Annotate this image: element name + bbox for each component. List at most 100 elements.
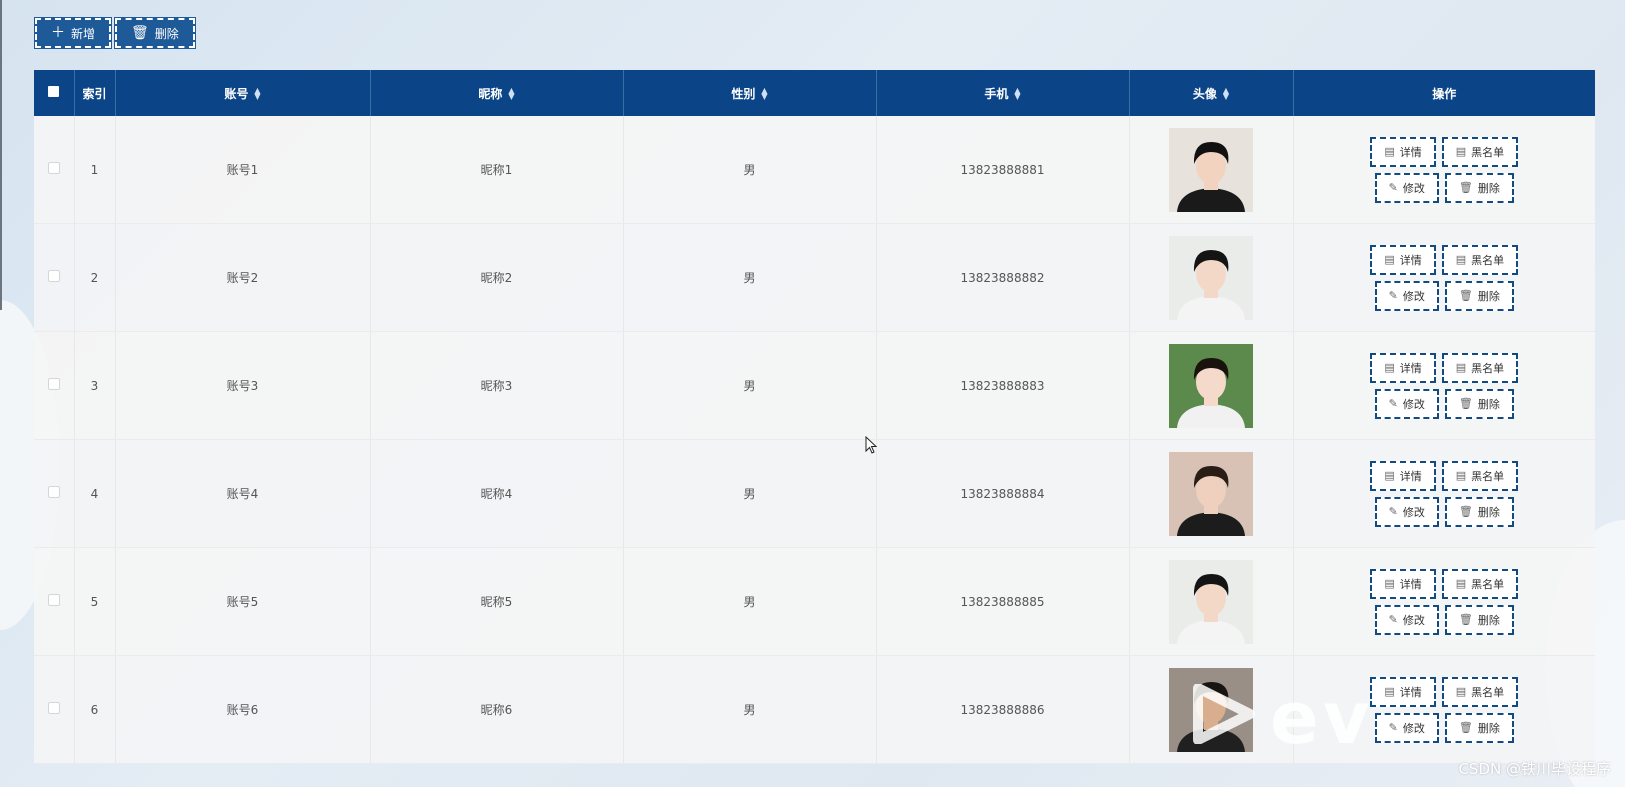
cell-actions: ▤ 详情 ▤ 黑名单 ✎ 修改 🗑 删除 [1293, 223, 1595, 332]
header-nickname[interactable]: 昵称 ▲ ▼ [370, 70, 624, 116]
header-phone[interactable]: 手机 ▲ ▼ [876, 70, 1130, 116]
sort-icon[interactable]: ▲ ▼ [1014, 87, 1020, 101]
bulk-delete-button[interactable]: 🗑 删除 [114, 17, 196, 49]
blacklist-button[interactable]: ▤ 黑名单 [1441, 460, 1519, 491]
pencil-icon: ✎ [1388, 721, 1398, 734]
cell-gender: 男 [623, 116, 877, 224]
blacklist-button[interactable]: ▤ 黑名单 [1441, 676, 1519, 707]
edit-button[interactable]: ✎ 修改 [1374, 604, 1439, 635]
cell-gender: 男 [623, 655, 877, 764]
detail-button[interactable]: ▤ 详情 [1370, 244, 1436, 275]
cell-account: 账号6 [115, 655, 371, 764]
document-icon: ▤ [1455, 685, 1467, 698]
detail-button[interactable]: ▤ 详情 [1370, 568, 1436, 599]
header-index: 索引 [74, 70, 116, 116]
blacklist-button[interactable]: ▤ 黑名单 [1441, 136, 1519, 167]
add-button[interactable]: ＋ 新增 [33, 17, 113, 49]
sort-icon[interactable]: ▲ ▼ [1223, 87, 1229, 101]
plus-icon: ＋ [51, 25, 65, 41]
detail-button[interactable]: ▤ 详情 [1370, 136, 1436, 167]
cell-gender: 男 [623, 547, 877, 656]
cell-phone: 13823888885 [876, 547, 1130, 656]
document-icon: ▤ [1384, 469, 1395, 482]
bulk-delete-label: 删除 [154, 26, 179, 41]
document-icon: ▤ [1455, 361, 1467, 374]
select-all-checkbox[interactable] [48, 86, 60, 97]
cell-phone: 13823888886 [876, 655, 1130, 764]
row-checkbox[interactable] [47, 162, 60, 174]
edit-button[interactable]: ✎ 修改 [1374, 172, 1439, 203]
blacklist-button[interactable]: ▤ 黑名单 [1441, 568, 1519, 599]
cell-nickname: 昵称4 [370, 439, 624, 548]
cell-avatar [1129, 439, 1294, 548]
cell-gender: 男 [623, 331, 877, 440]
delete-button[interactable]: 🗑 删除 [1444, 388, 1514, 419]
edit-button[interactable]: ✎ 修改 [1374, 496, 1439, 527]
blacklist-button[interactable]: ▤ 黑名单 [1441, 244, 1519, 275]
pencil-icon: ✎ [1388, 289, 1398, 302]
sort-icon[interactable]: ▲ ▼ [254, 87, 260, 101]
watermark: CSDN @铁川毕设程序 [1458, 760, 1611, 778]
blacklist-button[interactable]: ▤ 黑名单 [1441, 352, 1519, 383]
cell-actions: ▤ 详情 ▤ 黑名单 ✎ 修改 🗑 删除 [1293, 116, 1595, 224]
row-select-cell[interactable] [34, 439, 75, 548]
sort-icon[interactable]: ▲ ▼ [508, 87, 514, 101]
delete-button[interactable]: 🗑 删除 [1444, 172, 1514, 203]
cell-nickname: 昵称3 [370, 331, 624, 440]
header-gender[interactable]: 性别 ▲ ▼ [623, 70, 877, 116]
cell-nickname: 昵称1 [370, 116, 624, 224]
table-row: 1 账号1 昵称1 男 13823888881 ▤详情 ▤黑名单 ✎修改 [34, 116, 1595, 224]
row-checkbox[interactable] [47, 270, 60, 282]
header-account[interactable]: 账号 ▲ ▼ [115, 70, 371, 116]
row-checkbox[interactable] [47, 486, 60, 498]
cell-index: 5 [74, 547, 116, 656]
row-checkbox[interactable] [47, 594, 60, 606]
header-select-all[interactable] [34, 70, 75, 116]
trash-icon: 🗑 [131, 25, 149, 41]
row-actions: ▤ 详情 ▤ 黑名单 ✎ 修改 🗑 删除 [1294, 568, 1596, 635]
cell-gender: 男 [623, 223, 877, 332]
row-select-cell[interactable] [34, 116, 75, 224]
document-icon: ▤ [1384, 685, 1395, 698]
table-row: 4 账号4 昵称4 男 13823888884 ▤详情 ▤黑名单 ✎修改 [34, 439, 1596, 548]
edit-button[interactable]: ✎ 修改 [1374, 280, 1439, 311]
document-icon: ▤ [1455, 253, 1467, 266]
row-select-cell[interactable] [34, 223, 75, 332]
avatar [1169, 559, 1253, 644]
mouse-cursor-icon [865, 436, 878, 454]
row-checkbox[interactable] [47, 702, 60, 714]
row-select-cell[interactable] [34, 655, 75, 764]
row-actions: ▤ 详情 ▤ 黑名单 ✎ 修改 🗑 删除 [1294, 352, 1596, 419]
trash-icon: 🗑 [1458, 181, 1473, 194]
row-checkbox[interactable] [47, 378, 60, 390]
cell-avatar [1129, 223, 1294, 332]
row-select-cell[interactable] [34, 331, 75, 440]
delete-button[interactable]: 🗑 删除 [1444, 604, 1514, 635]
delete-button[interactable]: 🗑 删除 [1444, 280, 1514, 311]
table-row: 5 账号5 昵称5 男 13823888885 ▤详情 ▤黑名单 ✎修改 [34, 547, 1596, 656]
edit-button[interactable]: ✎ 修改 [1374, 712, 1439, 743]
header-actions: 操作 [1293, 70, 1595, 116]
edit-button[interactable]: ✎ 修改 [1374, 388, 1439, 419]
delete-button[interactable]: 🗑 删除 [1444, 496, 1514, 527]
cell-nickname: 昵称2 [370, 223, 624, 332]
document-icon: ▤ [1455, 577, 1467, 590]
pencil-icon: ✎ [1388, 613, 1398, 626]
trash-icon: 🗑 [1458, 721, 1473, 734]
document-icon: ▤ [1384, 253, 1395, 266]
cell-avatar [1129, 331, 1294, 440]
cell-actions: ▤ 详情 ▤ 黑名单 ✎ 修改 🗑 删除 [1293, 439, 1596, 548]
sort-icon[interactable]: ▲ ▼ [761, 87, 767, 101]
detail-button[interactable]: ▤ 详情 [1370, 352, 1436, 383]
detail-button[interactable]: ▤ 详情 [1370, 676, 1436, 707]
row-actions: ▤ 详情 ▤ 黑名单 ✎ 修改 🗑 删除 [1294, 460, 1596, 527]
pencil-icon: ✎ [1388, 505, 1398, 518]
cell-nickname: 昵称5 [370, 547, 624, 656]
delete-button[interactable]: 🗑 删除 [1444, 712, 1514, 743]
row-select-cell[interactable] [34, 547, 75, 656]
trash-icon: 🗑 [1458, 613, 1473, 626]
header-avatar[interactable]: 头像 ▲ ▼ [1129, 70, 1294, 116]
detail-button[interactable]: ▤ 详情 [1370, 460, 1436, 491]
row-actions: ▤ 详情 ▤ 黑名单 ✎ 修改 🗑 删除 [1294, 136, 1596, 203]
cell-phone: 13823888884 [876, 439, 1130, 548]
